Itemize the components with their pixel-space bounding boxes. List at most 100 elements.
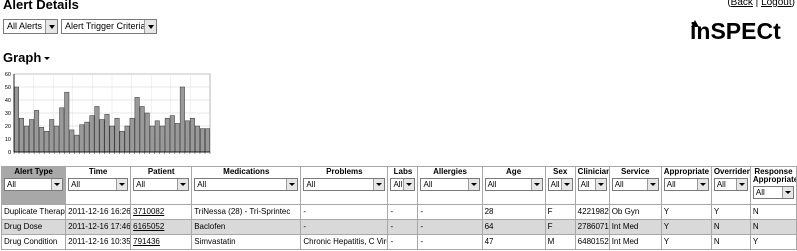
y-tick-label: 10: [5, 137, 11, 143]
chevron-down-icon[interactable]: [51, 179, 63, 190]
column-header[interactable]: Time All: [65, 166, 132, 205]
chart-bar: [194, 125, 200, 153]
chart-bar: [114, 117, 120, 153]
table-cell: Baclofen: [191, 219, 302, 235]
table-row[interactable]: Drug Condition 2011-12-16 10:35 791436 Simv…: [0, 234, 797, 250]
chart-bar: [109, 125, 115, 153]
table-cell: Drug Dose: [0, 219, 67, 235]
chevron-down-icon[interactable]: [44, 57, 51, 61]
y-tick-label: 60: [5, 72, 11, 78]
column-header-label: Clinician: [577, 167, 610, 176]
y-tick-label: 0: [8, 150, 11, 156]
table-cell: Chronic Hepatitis, C Virus: [300, 234, 389, 250]
column-filter-select[interactable]: All: [663, 178, 709, 191]
column-filter-value: All: [393, 180, 403, 189]
column-filter-select[interactable]: All: [303, 178, 386, 191]
back-link[interactable]: Back: [731, 0, 753, 8]
column-filter-select[interactable]: All: [611, 178, 659, 191]
table-cell: Y: [660, 219, 712, 235]
column-header[interactable]: Service All: [608, 166, 662, 205]
table-row[interactable]: Drug Dose 2011-12-16 17:46 6165052 Baclofen…: [0, 219, 797, 235]
chart-bar: [205, 128, 210, 153]
column-header[interactable]: Clinician All: [574, 166, 610, 205]
column-filter-select[interactable]: All: [194, 178, 299, 191]
column-header[interactable]: Alert Type All: [0, 166, 67, 205]
column-filter-select[interactable]: All: [68, 178, 129, 191]
chevron-down-icon[interactable]: [594, 179, 606, 190]
column-filter-value: All: [755, 188, 765, 197]
chevron-down-icon[interactable]: [403, 179, 415, 190]
table-cell: Y: [710, 204, 751, 220]
column-filter-select[interactable]: All: [752, 186, 794, 199]
table-cell: -: [387, 219, 419, 235]
chevron-down-icon[interactable]: [646, 179, 658, 190]
chart-bar: [34, 110, 40, 153]
chevron-down-icon[interactable]: [696, 179, 708, 190]
y-tick-label: 40: [5, 98, 11, 104]
column-header[interactable]: Patient All: [130, 166, 193, 205]
patient-link[interactable]: 6165052: [133, 222, 164, 231]
chart-bar: [179, 86, 185, 153]
chevron-down-icon[interactable]: [735, 179, 747, 190]
chevron-down-icon[interactable]: [782, 187, 793, 198]
column-header[interactable]: Problems All: [300, 166, 389, 205]
criteria-filter-select[interactable]: Alert Trigger Criteria: [61, 19, 157, 34]
column-header[interactable]: Medications All: [191, 166, 302, 205]
column-header[interactable]: Labs All: [387, 166, 419, 205]
chart-bar: [59, 107, 65, 153]
column-filter-select[interactable]: All: [713, 178, 748, 191]
chevron-down-icon[interactable]: [560, 179, 572, 190]
column-filter-value: All: [716, 180, 726, 189]
table-cell: 3710082: [130, 204, 193, 220]
column-header-label: Appropriate: [663, 167, 710, 176]
chart-bar: [99, 119, 105, 153]
alerts-filter-select[interactable]: All Alerts: [3, 19, 58, 34]
table-header-row: Alert Type All Time All Patient All Medication…: [0, 166, 797, 205]
table-cell: Drug Condition: [0, 234, 67, 250]
column-filter-select[interactable]: All: [547, 178, 573, 191]
column-filter-value: All: [71, 180, 80, 189]
chevron-down-icon[interactable]: [45, 20, 57, 33]
column-header[interactable]: Response Appropriate All: [749, 166, 797, 205]
table-cell: 64: [481, 219, 546, 235]
column-header[interactable]: Allergies All: [417, 166, 483, 205]
chevron-down-icon[interactable]: [177, 179, 189, 190]
chevron-down-icon[interactable]: [116, 179, 128, 190]
table-cell: N: [749, 219, 797, 235]
column-filter-value: All: [306, 180, 316, 189]
patient-link[interactable]: 3710082: [133, 207, 164, 216]
column-header[interactable]: Age All: [481, 166, 546, 205]
graph-heading[interactable]: Graph: [3, 50, 51, 65]
column-filter-select[interactable]: All: [133, 178, 190, 191]
chevron-down-icon[interactable]: [467, 179, 479, 190]
chevron-down-icon[interactable]: [530, 179, 542, 190]
column-filter-select[interactable]: All: [420, 178, 480, 191]
column-header[interactable]: Overriden All: [710, 166, 751, 205]
column-filter-select[interactable]: All: [484, 178, 543, 191]
chart-bar: [44, 130, 50, 153]
column-filter-value: All: [487, 180, 497, 189]
patient-link[interactable]: 791436: [133, 237, 160, 246]
chart-bar: [69, 129, 75, 153]
alerts-bar-chart: 0 10 20 30 40 50 60: [5, 72, 211, 156]
alerts-filter-value: All Alerts: [7, 21, 43, 31]
table-cell: N: [749, 204, 797, 220]
chart-bar: [144, 112, 150, 153]
chevron-down-icon[interactable]: [144, 20, 156, 33]
column-filter-value: All: [7, 180, 16, 189]
column-filter-select[interactable]: All: [4, 178, 64, 191]
table-cell: 791436: [130, 234, 193, 250]
column-header-label: Patient: [147, 167, 175, 176]
logout-link[interactable]: Logout: [761, 0, 792, 8]
chevron-down-icon[interactable]: [286, 179, 298, 190]
column-header[interactable]: Appropriate All: [660, 166, 712, 205]
table-row[interactable]: Duplicate Therapy 2011-12-16 16:26 3710082…: [0, 204, 797, 220]
chevron-down-icon[interactable]: [373, 179, 385, 190]
y-tick-label: 30: [5, 111, 11, 117]
column-filter-select[interactable]: All: [390, 178, 416, 191]
column-filter-select[interactable]: All: [577, 178, 607, 191]
chart-bar: [129, 117, 135, 153]
column-header[interactable]: Sex All: [544, 166, 576, 205]
table-cell: 2786071: [574, 219, 610, 235]
table-cell: -: [417, 219, 483, 235]
